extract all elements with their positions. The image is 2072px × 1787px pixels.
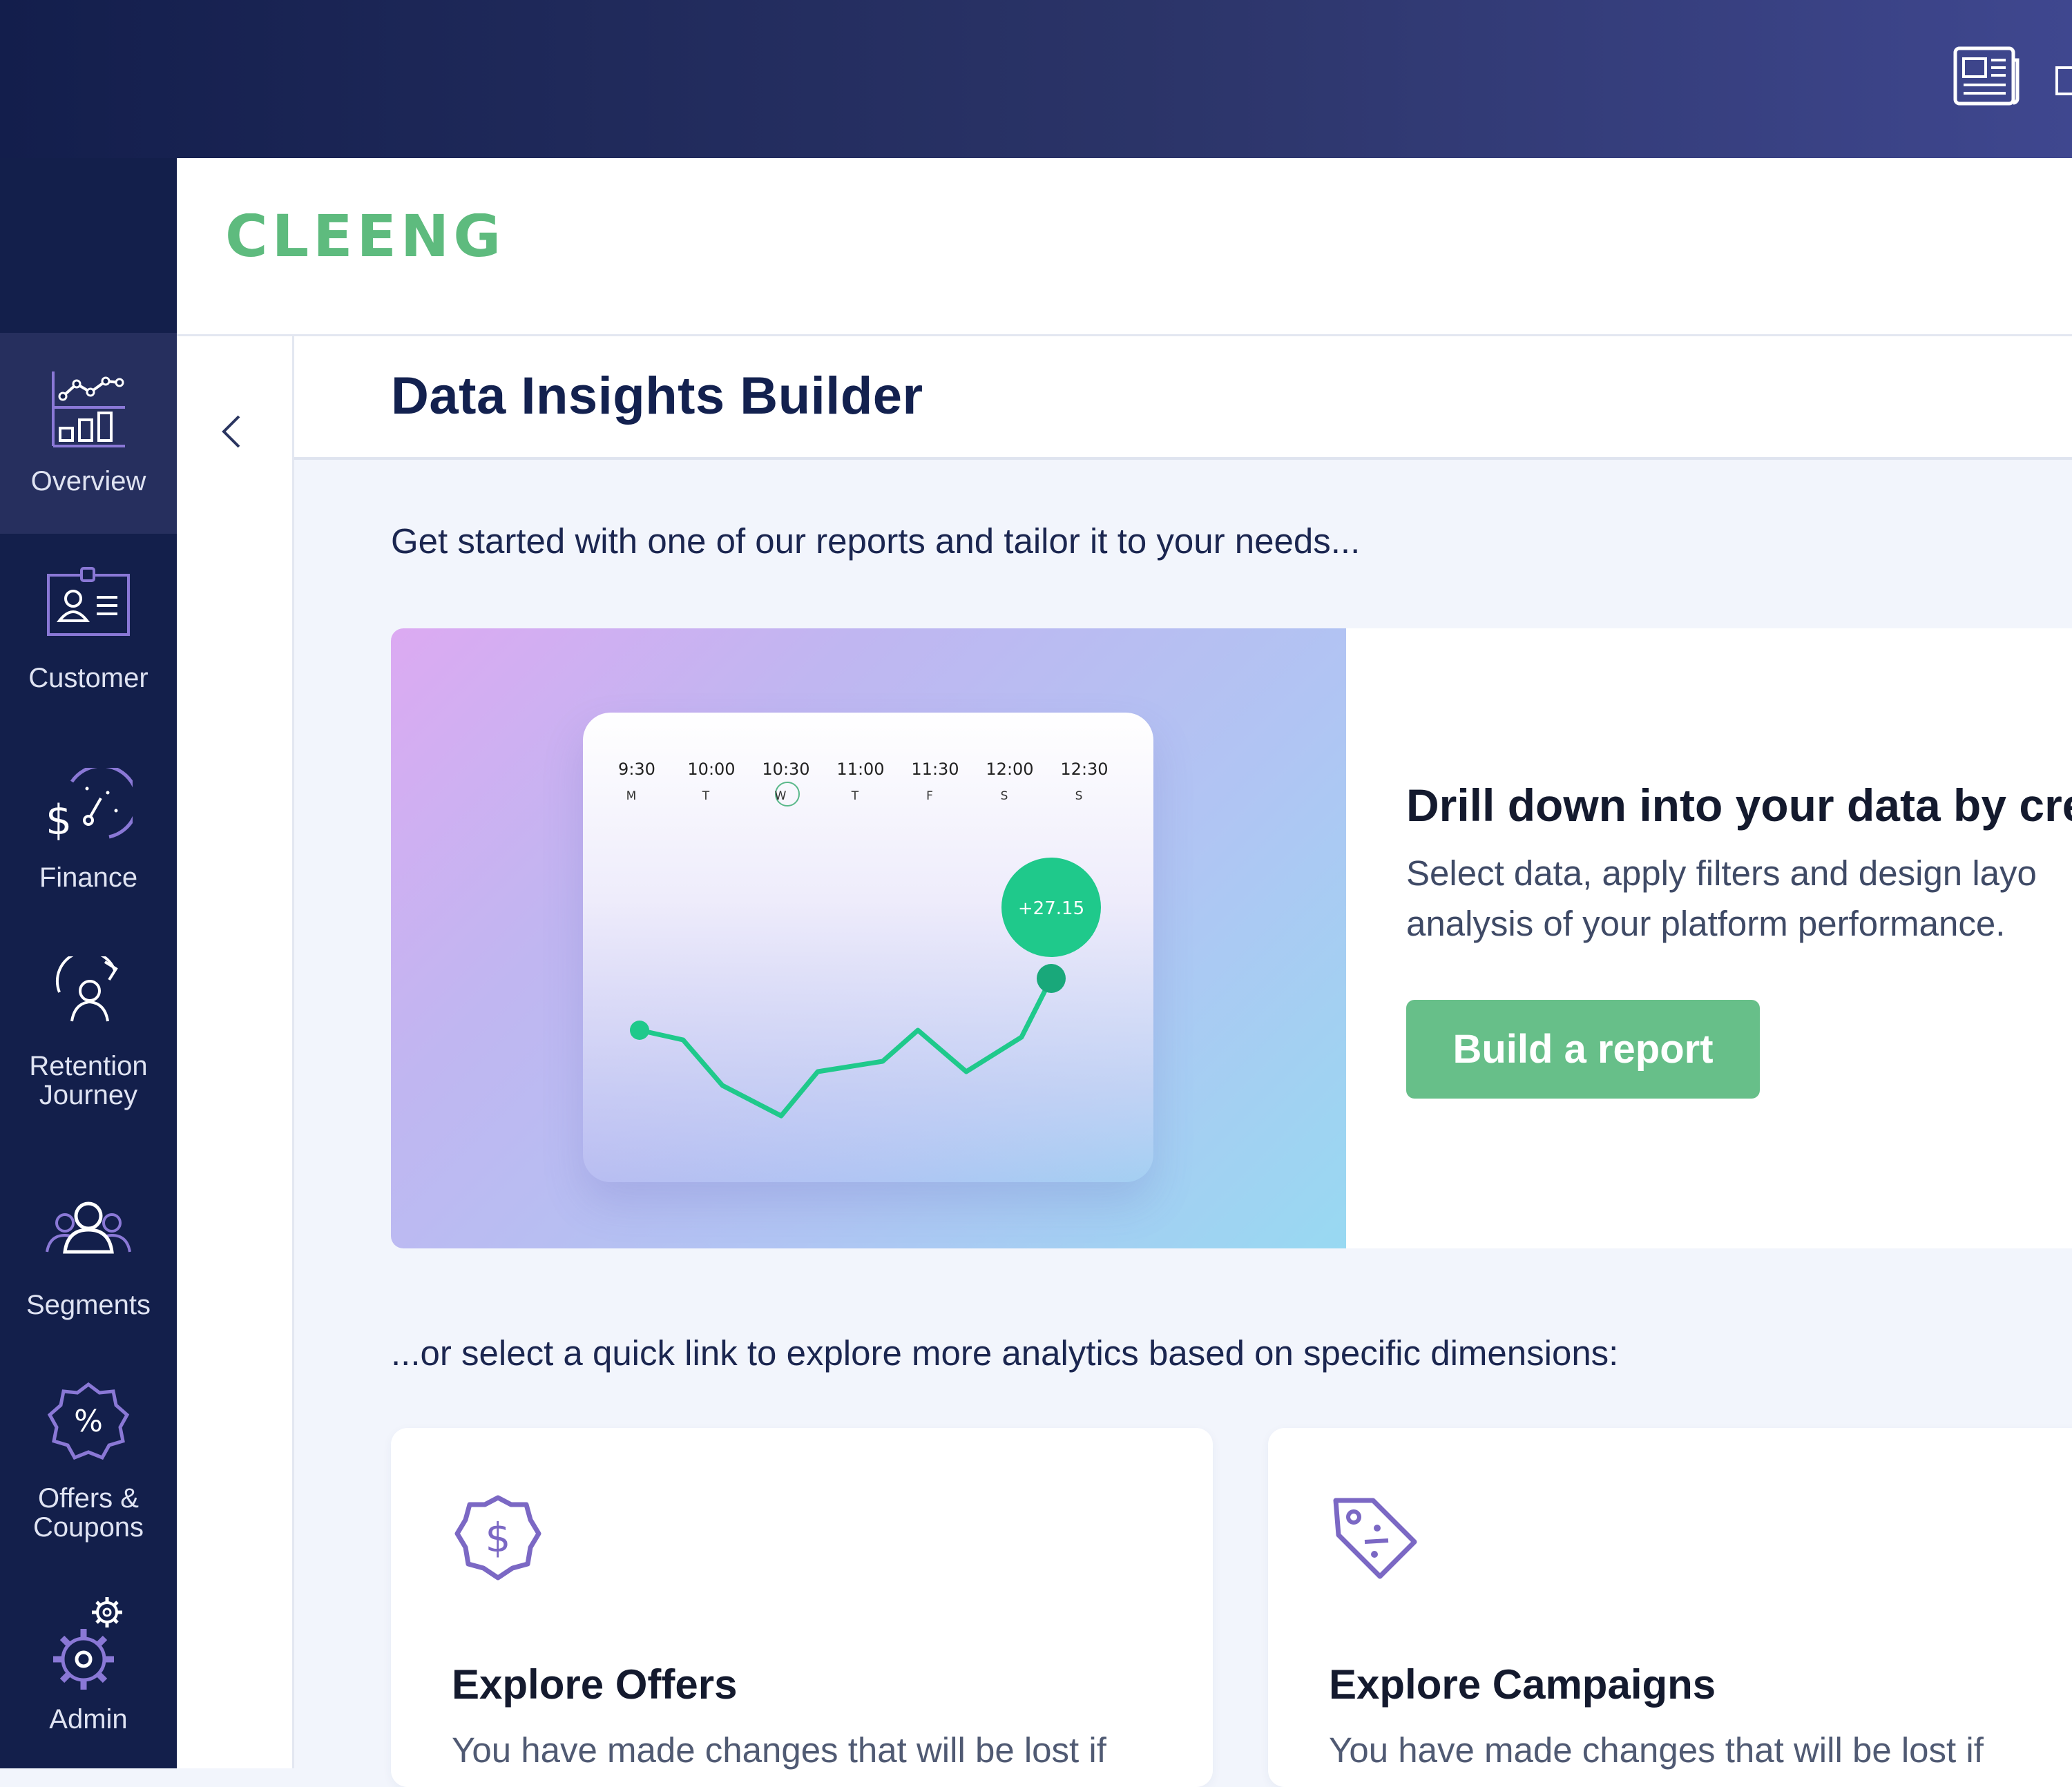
page-title: Data Insights Builder — [391, 367, 923, 425]
day-tick-label: F — [926, 789, 933, 803]
sidebar-item-finance[interactable]: $ Finance — [0, 768, 177, 892]
finance-gauge-icon: $ — [46, 768, 133, 844]
build-report-button[interactable]: Build a report — [1406, 1000, 1760, 1099]
hero-heading: Drill down into your data by cre — [1406, 780, 2072, 831]
line-chart: 9:30 M 10:00 T 10:30 W 11:00 T 11:30 F 12:00 S 12:30… — [618, 760, 1109, 1119]
cleeng-logo[interactable]: CLEENG — [225, 202, 584, 270]
sidebar-label: Offers & — [38, 1483, 139, 1514]
series-end-point — [1037, 964, 1066, 993]
time-tick-label: 11:00 — [836, 760, 884, 779]
quick-link-description: You have made changes that will be lost … — [452, 1730, 1106, 1770]
top-bar — [0, 0, 2072, 158]
day-tick-label: T — [851, 789, 859, 803]
hero-banner: 9:30 M 10:00 T 10:30 W 11:00 T 11:30 F 12:00 S 12:30… — [391, 628, 2072, 1248]
admin-gear-icon — [53, 1597, 122, 1690]
quick-link-description: You have made changes that will be lost … — [1329, 1730, 1984, 1770]
series-line — [639, 977, 1054, 1119]
sidebar-item-offers-coupons[interactable]: % Offers & Coupons — [0, 1380, 177, 1542]
time-tick-label: 11:30 — [911, 760, 959, 779]
sidebar-label: Overview — [30, 466, 146, 496]
sidebar-item-customer[interactable]: Customer — [0, 566, 177, 693]
window-icon[interactable] — [2055, 66, 2072, 100]
chevron-left-icon[interactable] — [218, 411, 246, 456]
day-tick-label: W — [775, 789, 787, 803]
segments-users-icon — [46, 1201, 131, 1254]
time-tick-label: 12:30 — [1060, 760, 1108, 779]
hero-illustration: 9:30 M 10:00 T 10:30 W 11:00 T 11:30 F 12:00 S 12:30… — [391, 628, 1346, 1248]
time-tick-label: 9:30 — [618, 760, 655, 779]
intro-text: Get started with one of our reports and … — [391, 521, 1361, 561]
series-start-point — [630, 1021, 649, 1040]
sidebar-label: Customer — [28, 663, 148, 693]
day-tick-label: S — [1075, 789, 1083, 803]
hero-description-line1: Select data, apply filters and design la… — [1406, 853, 2037, 893]
quick-link-card-offers[interactable]: $ Explore Offers You have made changes t… — [391, 1428, 1213, 1787]
hero-description-line2: analysis of your platform performance. — [1406, 904, 2006, 943]
logo-header: CLEENG — [177, 158, 2072, 336]
hero-description: Select data, apply filters and design la… — [1406, 848, 2072, 949]
sidebar-item-overview[interactable]: Overview — [0, 333, 177, 534]
quick-link-card-campaigns[interactable]: Explore Campaigns You have made changes … — [1268, 1428, 2072, 1787]
newspaper-icon[interactable] — [1953, 46, 2021, 110]
day-tick-label: S — [1001, 789, 1008, 803]
collapse-column — [177, 336, 294, 1768]
time-tick-label: 10:30 — [762, 760, 809, 779]
time-tick-label: 12:00 — [986, 760, 1033, 779]
sidebar-label: Finance — [39, 862, 138, 893]
customer-badge-icon — [47, 567, 130, 636]
sidebar: Overview Customer $ Finance Retention Jo… — [0, 158, 177, 1768]
title-bar: Data Insights Builder — [294, 336, 2072, 460]
overview-chart-icon — [52, 371, 125, 447]
retention-journey-icon — [55, 956, 118, 1022]
quick-link-intro: ...or select a quick link to explore mor… — [391, 1333, 1619, 1373]
time-tick-label: 10:00 — [687, 760, 735, 779]
sidebar-label: Retention — [29, 1051, 148, 1081]
sidebar-item-segments[interactable]: Segments — [0, 1199, 177, 1320]
quick-link-title: Explore Campaigns — [1329, 1661, 1716, 1708]
dollar-badge-icon: $ — [453, 1494, 543, 1587]
svg-text:$: $ — [46, 796, 72, 844]
chart-card: 9:30 M 10:00 T 10:30 W 11:00 T 11:30 F 12:00 S 12:30… — [583, 713, 1153, 1182]
quick-link-title: Explore Offers — [452, 1661, 738, 1708]
svg-text:%: % — [74, 1404, 103, 1439]
svg-text:$: $ — [486, 1514, 511, 1561]
sidebar-label: Segments — [26, 1290, 151, 1320]
price-tag-icon — [1330, 1494, 1420, 1587]
sidebar-item-admin[interactable]: Admin — [0, 1596, 177, 1734]
sidebar-label-line2: Journey — [39, 1080, 138, 1110]
value-badge-label: +27.15 — [1018, 898, 1084, 919]
offers-percent-icon: % — [47, 1382, 130, 1460]
day-tick-label: M — [626, 789, 637, 803]
hero-content: Drill down into your data by cre Select … — [1406, 628, 2072, 1248]
sidebar-label-line2: Coupons — [32, 1512, 144, 1543]
sidebar-label: Admin — [49, 1704, 128, 1735]
day-tick-label: T — [702, 789, 710, 803]
sidebar-item-retention-journey[interactable]: Retention Journey — [0, 956, 177, 1110]
svg-text:CLEENG: CLEENG — [225, 213, 505, 262]
